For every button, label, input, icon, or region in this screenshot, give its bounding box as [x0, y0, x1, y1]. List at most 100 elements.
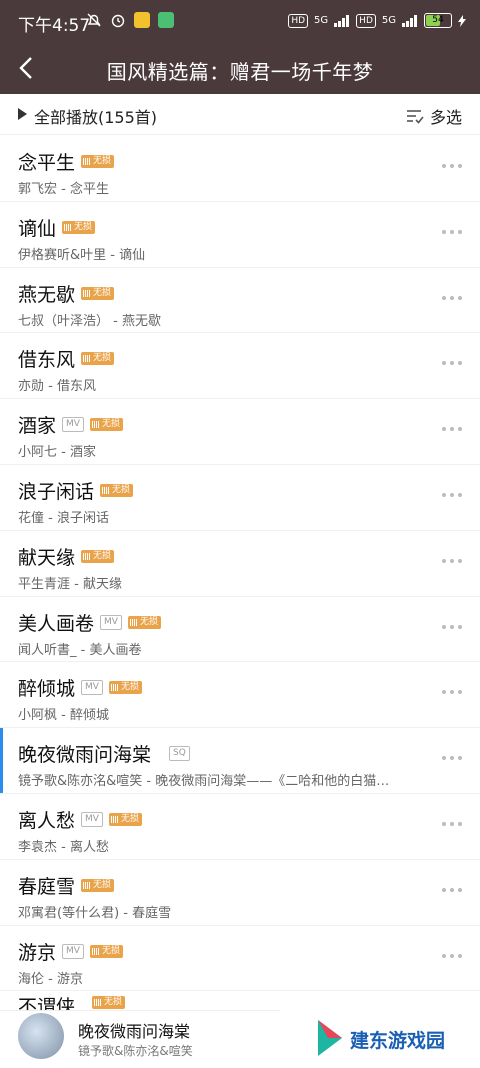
hd-icon: HD	[288, 13, 309, 28]
watermark-text: 建东游戏园	[350, 1030, 446, 1052]
lossless-badge: 无损	[100, 483, 134, 497]
song-artist: 七叔（叶泽浩） - 燕无歇	[18, 313, 161, 329]
song-title: 浪子闲话	[18, 480, 95, 503]
more-options-icon[interactable]	[442, 558, 462, 563]
song-title: 借东风	[18, 349, 76, 372]
more-options-icon[interactable]	[442, 887, 462, 892]
page-title: 国风精选篇：赠君一场千年梦	[106, 60, 374, 84]
sq-badge: SQ	[169, 746, 190, 762]
lossless-badge: 无损	[81, 878, 115, 892]
more-options-icon[interactable]	[442, 756, 462, 761]
song-title: 燕无歇	[18, 283, 76, 306]
more-options-icon[interactable]	[442, 492, 462, 497]
song-row-partial[interactable]: 不谓侠 无损	[0, 990, 480, 1010]
more-options-icon[interactable]	[442, 624, 462, 629]
lossless-badge: 无损	[108, 812, 142, 826]
multi-select-label: 多选	[429, 108, 462, 127]
status-bar: 下午4:57 HD 5G HD 5G 54	[0, 0, 480, 44]
song-list: 念平生 无损 郭飞宏 - 念平生 谪仙 无损 伊格赛听&叶里 - 谪仙 燕无歇 无损 …	[0, 136, 480, 992]
song-title: 谪仙	[18, 217, 57, 240]
song-artist: 亦勋 - 借东风	[18, 379, 96, 395]
more-options-icon[interactable]	[442, 229, 462, 234]
song-title: 不谓侠	[18, 996, 76, 1010]
song-row[interactable]: 美人画卷 MV 无损 闻人听書_ - 美人画卷	[0, 597, 480, 663]
song-row[interactable]: 谪仙 无损 伊格赛听&叶里 - 谪仙	[0, 202, 480, 268]
lossless-badge: 无损	[108, 681, 142, 695]
more-options-icon[interactable]	[442, 690, 462, 695]
play-all-label: 全部播放(155首)	[34, 108, 158, 127]
status-time: 下午4:57	[18, 16, 91, 36]
song-title: 游京	[18, 941, 57, 964]
more-options-icon[interactable]	[442, 164, 462, 168]
app-notification-icon	[134, 12, 150, 28]
alarm-icon	[111, 14, 125, 28]
song-artist: 小阿枫 - 醉倾城	[18, 708, 109, 724]
signal-icon	[402, 14, 417, 27]
now-playing-title: 晚夜微雨问海棠	[78, 1022, 191, 1041]
song-artist: 伊格赛听&叶里 - 谪仙	[18, 247, 146, 263]
song-artist: 李袁杰 - 离人愁	[18, 839, 109, 855]
song-artist: 小阿七 - 酒家	[18, 445, 96, 461]
play-all-button[interactable]: 全部播放(155首)	[0, 94, 220, 134]
now-playing-indicator	[0, 728, 3, 793]
lossless-badge: 无损	[127, 615, 161, 629]
status-right-icons: HD 5G HD 5G 54	[288, 13, 466, 28]
status-left-icons	[86, 12, 174, 28]
more-options-icon[interactable]	[442, 821, 462, 826]
signal-icon	[334, 14, 350, 27]
lossless-badge: 无损	[89, 418, 123, 432]
song-title: 春庭雪	[18, 875, 76, 898]
song-title: 念平生	[18, 152, 76, 174]
song-row[interactable]: 春庭雪 无损 邓寓君(等什么君) - 春庭雪	[0, 860, 480, 926]
song-artist: 郭飞宏 - 念平生	[18, 182, 109, 197]
song-artist: 镜予歌&陈亦洺&喧笑 - 晚夜微雨问海棠——《二哈和他的白猫…	[18, 774, 390, 790]
song-row[interactable]: 借东风 无损 亦勋 - 借东风	[0, 333, 480, 400]
song-artist: 海伦 - 游京	[18, 971, 83, 987]
mv-badge[interactable]: MV	[81, 680, 103, 696]
hd-icon: HD	[356, 13, 376, 28]
lossless-badge: 无损	[92, 996, 126, 1009]
song-title: 醉倾城	[18, 678, 76, 701]
album-cover[interactable]	[18, 1013, 64, 1059]
play-icon	[18, 108, 27, 120]
mv-badge[interactable]: MV	[62, 417, 84, 433]
lossless-badge: 无损	[62, 220, 96, 234]
song-title: 献天缘	[18, 546, 76, 569]
charging-icon	[458, 14, 466, 27]
song-row[interactable]: 燕无歇 无损 七叔（叶泽浩） - 燕无歇	[0, 268, 480, 334]
multi-select-button[interactable]: 多选	[406, 104, 462, 128]
more-options-icon[interactable]	[442, 427, 462, 432]
more-options-icon[interactable]	[442, 953, 462, 958]
mute-icon	[87, 13, 101, 27]
song-artist: 花僮 - 浪子闲话	[18, 510, 109, 526]
song-row[interactable]: 献天缘 无损 平生青涯 - 献天缘	[0, 531, 480, 597]
song-title: 酒家	[18, 415, 57, 438]
mv-badge[interactable]: MV	[62, 943, 84, 959]
song-row[interactable]: 酒家 MV 无损 小阿七 - 酒家	[0, 399, 480, 465]
mv-badge[interactable]: MV	[100, 614, 122, 630]
battery-icon: 54	[424, 13, 452, 28]
playlist-toolbar: 全部播放(155首) 多选	[0, 94, 480, 135]
song-row-playing[interactable]: 晚夜微雨问海棠 SQ 镜予歌&陈亦洺&喧笑 - 晚夜微雨问海棠——《二哈和他的白猫…	[0, 728, 480, 794]
more-options-icon[interactable]	[442, 295, 462, 300]
lossless-badge: 无损	[89, 944, 123, 958]
now-playing-artist: 镜予歌&陈亦洺&喧笑	[78, 1044, 193, 1058]
more-options-icon[interactable]	[442, 361, 462, 366]
lossless-badge: 无损	[81, 352, 115, 366]
battery-level: 54	[432, 15, 444, 25]
song-title: 美人画卷	[18, 612, 95, 635]
multi-select-icon	[406, 110, 424, 124]
song-row[interactable]: 离人愁 MV 无损 李袁杰 - 离人愁	[0, 794, 480, 860]
mv-badge[interactable]: MV	[81, 811, 103, 827]
watermark-logo-icon	[318, 1020, 342, 1056]
song-artist: 邓寓君(等什么君) - 春庭雪	[18, 905, 172, 921]
song-artist: 平生青涯 - 献天缘	[18, 576, 122, 592]
lossless-badge: 无损	[81, 286, 115, 300]
song-title: 晚夜微雨问海棠	[18, 744, 152, 767]
top-bar: 国风精选篇：赠君一场千年梦	[0, 44, 480, 94]
song-row[interactable]: 浪子闲话 无损 花僮 - 浪子闲话	[0, 465, 480, 531]
song-row[interactable]: 醉倾城 MV 无损 小阿枫 - 醉倾城	[0, 662, 480, 729]
song-row[interactable]: 念平生 无损 郭飞宏 - 念平生	[0, 136, 480, 202]
song-row[interactable]: 游京 MV 无损 海伦 - 游京	[0, 926, 480, 992]
network-5g-label: 5G	[314, 15, 329, 26]
